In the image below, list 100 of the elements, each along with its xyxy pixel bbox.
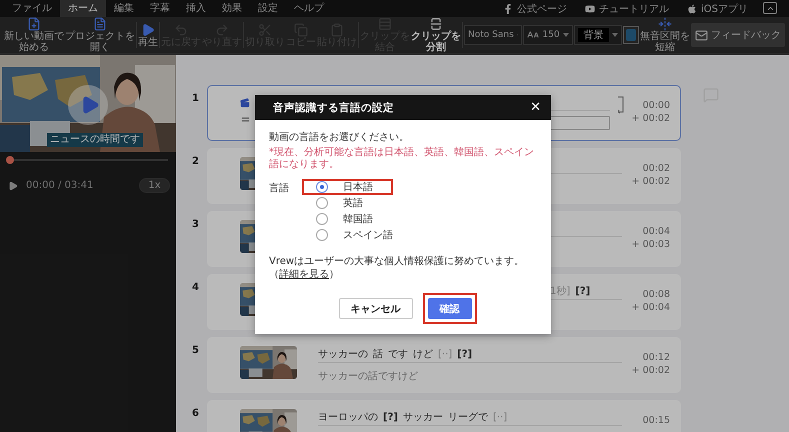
field-label: 言語 [269,182,290,196]
transcript-word[interactable]: ヨーロッパの [318,410,378,424]
unknown-marker[interactable]: [?] [383,412,398,422]
apple-icon [687,4,697,14]
language-option[interactable]: 英語 [308,197,363,209]
collapse-button[interactable] [763,2,777,14]
clip-card[interactable]: サッカーの 話 です けど [··] [?] サッカーの話ですけど 00:12 + 00:02 [207,337,681,393]
radio-button[interactable] [316,181,328,193]
cancel-button[interactable]: キャンセル [338,298,412,319]
mail-icon [695,28,708,42]
f-logo-icon [503,4,513,14]
toolbar-button-label[interactable]: 短縮 [655,42,675,53]
transcript-word[interactable]: けど [413,347,433,361]
menu-tab[interactable]: ファイル [4,0,60,17]
language-label[interactable]: 英語 [343,196,363,210]
shorten-silence-button[interactable]: 無音区間を 短縮 [640,17,690,53]
clip-number: 1 [192,92,200,104]
transcript-word[interactable]: 話 [373,347,383,361]
clapperboard-icon [240,98,250,108]
subtitle-text: サッカーの話ですけど [318,370,419,383]
header-link-label[interactable]: 公式ページ [517,2,567,16]
details-link[interactable]: 詳細を見る [279,269,329,280]
clip-start-time: 00:12 [642,352,670,363]
stacked-rows-icon [378,17,392,31]
clip-number: 3 [192,218,200,230]
header-link-label[interactable]: iOSアプリ [701,2,748,16]
toolbar-button-label[interactable]: 開く [90,42,110,53]
toolbar-button-label[interactable]: 新しい動画で [4,31,64,42]
speed-button[interactable]: 1x [139,178,170,193]
transcript-word[interactable]: です [388,347,408,361]
language-option[interactable]: 韓国語 [308,213,373,225]
font-select[interactable]: Noto Sans [464,25,522,45]
toolbar-button[interactable]: クリップを 分割 [411,17,461,53]
toolbar-button[interactable]: プロジェクトを 開く [65,17,135,53]
play-icon [141,22,155,36]
subtitle-caption: ニュースの時間です [47,133,143,147]
clip-duration: + 00:03 [632,239,670,250]
transcript-word[interactable]: リーグで [448,410,488,424]
header-link[interactable]: 公式ページ [494,0,576,17]
clip-number: 4 [192,281,200,293]
toolbar-button-label[interactable]: クリップを [411,31,461,42]
size-value: 150 [542,30,560,40]
toolbar-button-label[interactable]: 再生 [138,36,158,48]
color-swatch[interactable] [623,26,639,44]
header-link[interactable]: iOSアプリ [678,0,757,17]
language-label[interactable]: 韓国語 [343,212,373,226]
radio-button[interactable] [316,213,328,225]
play-icon [8,180,18,190]
clip-card[interactable]: ヨーロッパの [?] サッカー リーグで [··] 00:15 [207,400,681,432]
toolbar-button-label[interactable]: プロジェクトを [65,31,135,42]
menu-tab[interactable]: 字幕 [142,0,178,17]
transcript-word[interactable]: サッカー [402,410,443,424]
menu-tab[interactable]: ホーム [60,0,106,17]
menu-tab[interactable]: 編集 [106,0,142,17]
confirm-button[interactable]: 確認 [428,298,472,319]
clip-number: 5 [192,344,200,356]
dialog-title: 音声認識する言語の設定 [273,100,394,114]
dialog-prompt: 動画の言語をお選びください。 [269,130,410,144]
toolbar-button-label[interactable]: 分割 [426,42,446,53]
video-play-icon [585,4,595,14]
clip-start-time: 00:04 [642,226,670,237]
unknown-marker[interactable]: [?] [457,348,472,360]
header-link-label[interactable]: チュートリアル [599,2,669,16]
font-value: Noto Sans [468,30,514,40]
compress-icon [658,17,672,31]
split-icon [429,17,443,31]
privacy-note: Vrewはユーザーの大事な個人情報保護に努めています。 （詳細を見る） [269,255,526,281]
radio-button[interactable] [316,197,328,209]
language-option[interactable]: 日本語 [308,181,373,193]
menu-tab[interactable]: ヘルプ [286,0,332,17]
clip-duration: + 00:04 [632,302,670,313]
size-select[interactable]: 150 [523,25,573,45]
toolbar-button-label[interactable]: 無音区間を [640,31,690,42]
transcript-word[interactable]: サッカーの [318,347,368,361]
toolbar-button-label[interactable]: 始める [19,42,49,53]
bracket-icon [618,94,624,114]
feedback-label[interactable]: フィードバック [711,28,781,42]
menu-tab[interactable]: 挿入 [178,0,214,17]
language-label[interactable]: 日本語 [343,180,373,194]
radio-button[interactable] [316,229,328,241]
menu-tab[interactable]: 設定 [250,0,286,17]
play-button[interactable] [8,180,18,190]
background-value: 背景 [578,28,609,42]
language-option[interactable]: スペイン語 [308,229,393,241]
toolbar-button[interactable]: 新しい動画で 始める [4,17,64,53]
header-link[interactable]: チュートリアル [576,0,678,17]
feedback-button[interactable]: フィードバック [691,23,785,47]
clip-duration: + 00:02 [632,113,670,124]
language-note: *現在、分析可能な言語は日本語、英語、韓国語、スペイン語になります。 [269,147,535,171]
clip-start-time: 00:02 [642,163,670,174]
language-label[interactable]: スペイン語 [343,228,393,242]
clip-number: 2 [192,155,200,167]
document-icon [93,17,107,31]
close-button[interactable]: ✕ [530,100,541,115]
background-select[interactable]: 背景 [574,25,622,45]
unknown-marker[interactable]: [?] [575,286,590,296]
clip-number: 6 [192,407,200,419]
toolbar-button[interactable]: 再生 [138,22,158,48]
menu-tab[interactable]: 効果 [214,0,250,17]
seek-handle[interactable] [6,156,14,164]
